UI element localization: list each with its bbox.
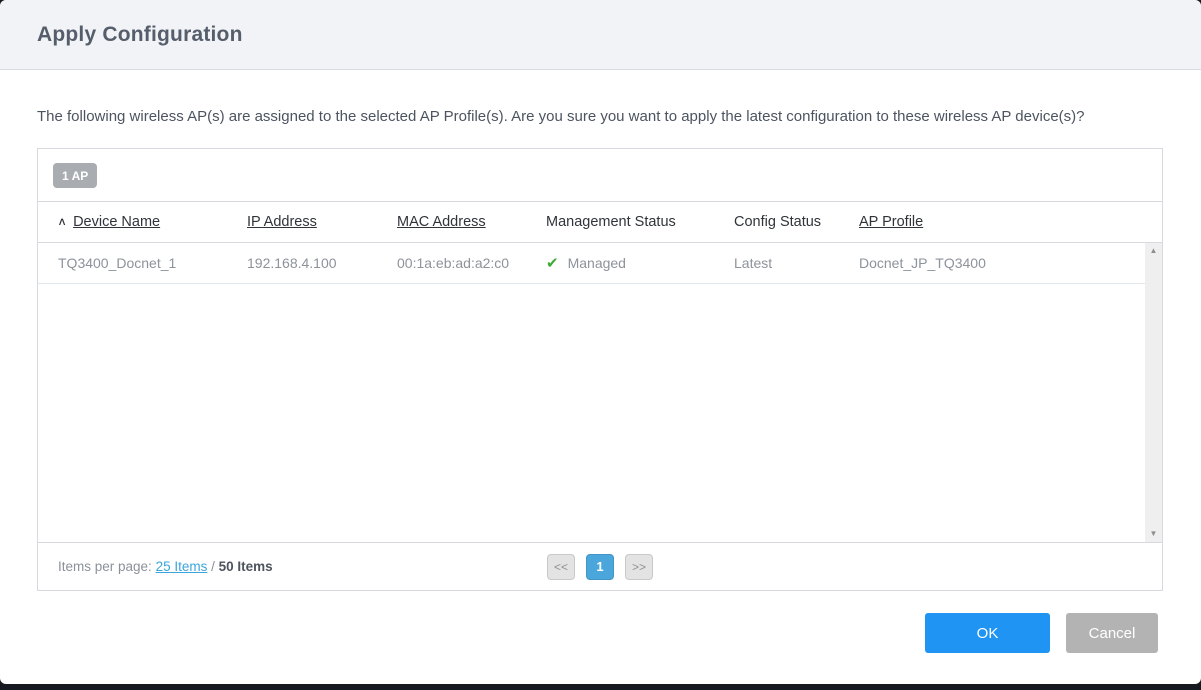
cell-config-status: Latest xyxy=(734,255,859,271)
table-header-row: ∧ Device Name IP Address MAC Address Man… xyxy=(38,202,1162,243)
table-scrollbar[interactable]: ▲ ▼ xyxy=(1145,243,1162,542)
column-header-label: Config Status xyxy=(734,214,821,230)
sort-ascending-icon: ∧ xyxy=(57,215,67,228)
cell-mac-address: 00:1a:eb:ad:a2:c0 xyxy=(397,255,546,271)
management-status-label: Managed xyxy=(568,255,626,271)
cancel-button[interactable]: Cancel xyxy=(1066,613,1158,653)
column-header-label: AP Profile xyxy=(859,214,923,230)
cell-ip-address: 192.168.4.100 xyxy=(247,255,397,271)
pagination-bar: Items per page: 25 Items / 50 Items << 1… xyxy=(38,542,1162,590)
column-header-management-status: Management Status xyxy=(546,214,734,230)
column-header-label: Device Name xyxy=(73,214,160,230)
scroll-down-icon[interactable]: ▼ xyxy=(1150,529,1158,539)
column-header-ap-profile[interactable]: AP Profile xyxy=(859,214,1162,230)
pagination-separator: / xyxy=(207,559,218,574)
column-header-device-name[interactable]: ∧ Device Name xyxy=(58,214,247,230)
total-items-label: 50 Items xyxy=(219,559,273,574)
dialog-footer: OK Cancel xyxy=(0,613,1201,653)
column-header-label: IP Address xyxy=(247,214,317,230)
check-icon: ✔ xyxy=(546,254,559,272)
table-row: TQ3400_Docnet_1 192.168.4.100 00:1a:eb:a… xyxy=(38,243,1162,284)
items-per-page-link[interactable]: 25 Items xyxy=(156,559,208,574)
items-per-page-label: Items per page: xyxy=(58,559,156,574)
previous-page-button[interactable]: << xyxy=(547,554,575,580)
dialog-title: Apply Configuration xyxy=(37,23,243,47)
column-header-label: MAC Address xyxy=(397,214,486,230)
column-header-ip-address[interactable]: IP Address xyxy=(247,214,397,230)
cell-device-name: TQ3400_Docnet_1 xyxy=(58,255,247,271)
table-body: TQ3400_Docnet_1 192.168.4.100 00:1a:eb:a… xyxy=(38,243,1162,542)
ap-count-badge: 1 AP xyxy=(53,163,97,188)
apply-configuration-dialog: Apply Configuration The following wirele… xyxy=(0,0,1201,684)
scroll-up-icon[interactable]: ▲ xyxy=(1150,246,1158,256)
column-header-mac-address[interactable]: MAC Address xyxy=(397,214,546,230)
confirmation-message: The following wireless AP(s) are assigne… xyxy=(0,70,1201,125)
ap-table: 1 AP ∧ Device Name IP Address MAC Addres… xyxy=(37,148,1163,591)
ok-button[interactable]: OK xyxy=(925,613,1050,653)
column-header-config-status: Config Status xyxy=(734,214,859,230)
table-toolbar: 1 AP xyxy=(38,149,1162,202)
cell-ap-profile: Docnet_JP_TQ3400 xyxy=(859,255,1162,271)
cell-management-status: ✔ Managed xyxy=(546,254,734,272)
next-page-button[interactable]: >> xyxy=(625,554,653,580)
pagination-controls: << 1 >> xyxy=(547,554,653,580)
column-header-label: Management Status xyxy=(546,214,676,230)
dialog-header: Apply Configuration xyxy=(0,0,1201,70)
page-1-button[interactable]: 1 xyxy=(586,554,614,580)
